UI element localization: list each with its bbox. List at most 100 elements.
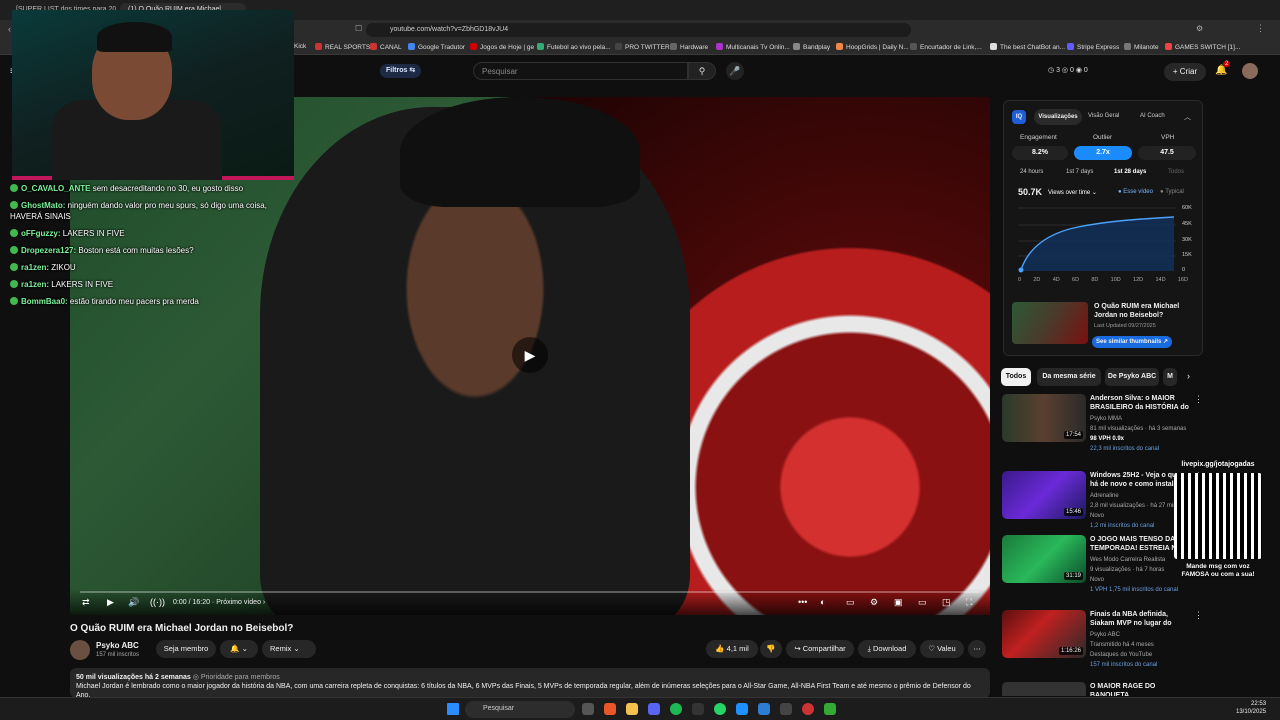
more-vert-icon[interactable]: ⋮	[1194, 394, 1203, 405]
period-tab[interactable]: 24 hours	[1020, 169, 1043, 175]
similar-thumbnails-button[interactable]: See similar thumbnails ↗	[1092, 336, 1173, 348]
dislike-icon[interactable]: 👎	[760, 640, 782, 658]
menu-icon[interactable]: ⋮	[1256, 23, 1265, 34]
chip-all[interactable]: Todos	[1001, 368, 1031, 386]
more-actions-icon[interactable]: ⋯	[968, 640, 986, 658]
rec-thumbnail[interactable]: 31:19	[1002, 535, 1086, 583]
play-icon[interactable]: ▶	[107, 597, 114, 608]
subtitles-icon[interactable]: ▭	[846, 597, 855, 608]
rec-title[interactable]: Anderson Silva: o MAIOR BRASILEIRO da HI…	[1090, 394, 1190, 412]
vidiq-counters[interactable]: ◷ 3 ◎ 0 ◉ 0	[1048, 66, 1088, 74]
app-icon[interactable]	[824, 703, 836, 715]
whatsapp-icon[interactable]	[714, 703, 726, 715]
rec-thumbnail[interactable]: 15:46	[1002, 471, 1086, 519]
cast-icon[interactable]: ◳	[942, 597, 951, 608]
rec-channel[interactable]: Psyko ABC	[1090, 632, 1120, 638]
obs-icon[interactable]	[802, 703, 814, 715]
extensions-icon[interactable]: ⚙	[1196, 24, 1203, 33]
bookmark[interactable]: PRO TWITTER	[615, 43, 670, 51]
bookmark[interactable]: Kick	[294, 43, 306, 50]
remix-button[interactable]: Remix ⌄	[262, 640, 316, 658]
bookmark[interactable]: Bandplay	[793, 43, 830, 51]
autoplay-toggle-icon[interactable]: ◐	[820, 597, 825, 607]
bookmark[interactable]: Jogos de Hoje | ge	[470, 43, 534, 51]
app-icon[interactable]	[692, 703, 704, 715]
filters-button[interactable]: Filtros ⇆	[380, 64, 422, 78]
vidiq-thumbnail[interactable]	[1012, 302, 1088, 344]
description-box[interactable]: 50 mil visualizações há 2 semanas ◎ Prio…	[70, 668, 990, 698]
tab-overview[interactable]: Visão Geral	[1088, 113, 1119, 119]
app-icon[interactable]	[736, 703, 748, 715]
volume-icon[interactable]: 🔊	[128, 597, 139, 608]
bookmark[interactable]: Encurtador de Link,...	[910, 43, 982, 51]
more-icon[interactable]: •••	[798, 597, 807, 607]
back-icon[interactable]: ‹	[8, 24, 11, 34]
fullscreen-icon[interactable]: ⛶	[966, 597, 972, 608]
play-overlay-icon[interactable]: ▶	[512, 337, 548, 373]
bookmark[interactable]: Milanote	[1124, 43, 1159, 51]
chip-same-series[interactable]: Da mesma série	[1037, 368, 1101, 386]
rec-title[interactable]: O MAIOR RAGE DO BANQUETA	[1090, 682, 1190, 696]
rec-channel[interactable]: Wes Modo Carreira Realista	[1090, 557, 1165, 563]
download-button[interactable]: ⤓ Download	[858, 640, 916, 658]
rec-title[interactable]: Finais da NBA definida, Siakam MVP no lu…	[1090, 610, 1190, 628]
discord-icon[interactable]	[648, 703, 660, 715]
miniplayer-icon[interactable]: ▣	[894, 597, 903, 608]
app-icon[interactable]	[780, 703, 792, 715]
share-button[interactable]: ↪ Compartilhar	[786, 640, 854, 658]
rec-channel[interactable]: Adrenaline	[1090, 493, 1119, 499]
avatar[interactable]	[1242, 63, 1258, 79]
theater-icon[interactable]: ▭	[918, 597, 927, 608]
rec-channel[interactable]: Psyko MMA	[1090, 416, 1122, 422]
recommendation-item[interactable]: 1:16:26 Finais da NBA definida, Siakam M…	[1002, 610, 1277, 674]
bookmark[interactable]: CANAL	[370, 43, 402, 51]
channel-avatar[interactable]	[70, 640, 90, 660]
join-button[interactable]: Seja membro	[156, 640, 216, 658]
channel-name[interactable]: Psyko ABC	[96, 641, 139, 650]
chevron-right-icon[interactable]: ›	[1187, 371, 1190, 381]
period-tab[interactable]: Todos	[1168, 169, 1184, 175]
bookmark[interactable]: REAL SPORTS	[315, 43, 370, 51]
bookmark[interactable]: Google Tradutor	[408, 43, 465, 51]
taskbar-search[interactable]: Pesquisar	[465, 701, 575, 718]
bookmark[interactable]: Stripe Express	[1067, 43, 1119, 51]
recommendation-item[interactable]: O MAIOR RAGE DO BANQUETA	[1002, 682, 1277, 696]
chip-channel[interactable]: De Psyko ABC	[1105, 368, 1159, 386]
bookmark[interactable]: GAMES SWITCH [1]...	[1165, 43, 1240, 51]
loop-icon[interactable]: ⇄	[82, 597, 90, 608]
bookmark[interactable]: The best ChatBot an...	[990, 43, 1065, 51]
search-icon[interactable]: ⚲	[688, 62, 716, 80]
rec-thumbnail[interactable]: 17:54	[1002, 394, 1086, 442]
settings-icon[interactable]: ⚙	[870, 597, 878, 608]
app-icon[interactable]	[758, 703, 770, 715]
period-tab[interactable]: 1st 7 days	[1066, 169, 1093, 175]
bookmark-star-icon[interactable]: ☐	[355, 24, 362, 33]
bell-dropdown-button[interactable]: 🔔 ⌄	[220, 640, 258, 658]
chip-more[interactable]: M	[1163, 368, 1177, 386]
brave-icon[interactable]	[604, 703, 616, 715]
tab-ai-coach[interactable]: AI Coach	[1140, 113, 1165, 119]
url-field[interactable]: youtube.com/watch?v=ZbhGD18vJU4	[366, 23, 911, 37]
start-icon[interactable]	[447, 703, 459, 715]
rec-thumbnail[interactable]	[1002, 682, 1086, 696]
progress-bar[interactable]	[80, 591, 980, 593]
search-input[interactable]: Pesquisar	[473, 62, 688, 80]
audio-icon[interactable]: ((·))	[150, 597, 165, 607]
create-button[interactable]: + Criar	[1164, 63, 1206, 81]
tab-views[interactable]: Visualizações	[1034, 109, 1082, 125]
period-tab-active[interactable]: 1st 28 days	[1114, 169, 1146, 175]
thanks-button[interactable]: ♡ Valeu	[920, 640, 964, 658]
like-button[interactable]: 👍 4,1 mil	[706, 640, 758, 658]
bookmark[interactable]: Futebol ao vivo pela...	[537, 43, 611, 51]
explorer-icon[interactable]	[626, 703, 638, 715]
recommendation-item[interactable]: 17:54 Anderson Silva: o MAIOR BRASILEIRO…	[1002, 394, 1277, 458]
bookmark[interactable]: HoopGrids | Daily N...	[836, 43, 909, 51]
more-vert-icon[interactable]: ⋮	[1194, 610, 1203, 621]
mic-icon[interactable]: 🎤	[726, 62, 744, 80]
rec-thumbnail[interactable]: 1:16:26	[1002, 610, 1086, 658]
taskview-icon[interactable]	[582, 703, 594, 715]
bookmark[interactable]: Hardware	[670, 43, 708, 51]
taskbar-clock[interactable]: 22:53 13/10/2025	[1236, 700, 1266, 716]
bookmark[interactable]: Multicanais Tv Onlin...	[716, 43, 790, 51]
spotify-icon[interactable]	[670, 703, 682, 715]
